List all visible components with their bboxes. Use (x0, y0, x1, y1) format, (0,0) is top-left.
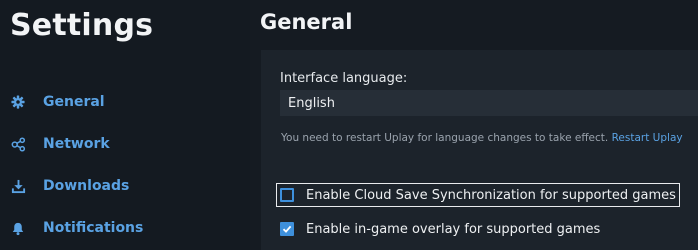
sidebar-item-notifications[interactable]: Notifications (10, 216, 143, 240)
sidebar: Settings General Network Downloads Notif… (0, 0, 250, 250)
sidebar-item-downloads[interactable]: Downloads (10, 174, 129, 198)
sidebar-item-label: General (43, 94, 105, 110)
checkmark-icon (282, 225, 292, 233)
cloud-save-option[interactable]: Enable Cloud Save Synchronization for su… (276, 183, 680, 207)
settings-title: Settings (10, 8, 154, 43)
restart-uplay-link[interactable]: Restart Uplay (612, 132, 683, 144)
cloud-save-label: Enable Cloud Save Synchronization for su… (306, 187, 676, 203)
sidebar-item-network[interactable]: Network (10, 132, 110, 156)
download-icon (10, 178, 26, 194)
sidebar-item-label: Notifications (43, 220, 144, 236)
settings-window: Settings General Network Downloads Notif… (0, 0, 698, 250)
language-label: Interface language: (280, 71, 408, 86)
language-select[interactable]: English (280, 90, 698, 116)
overlay-label: Enable in-game overlay for supported gam… (306, 221, 601, 237)
sidebar-item-general[interactable]: General (10, 90, 105, 114)
network-icon (10, 136, 26, 152)
sidebar-item-label: Downloads (43, 178, 130, 194)
page-title: General (260, 10, 353, 34)
bell-icon (10, 220, 26, 236)
language-select-value: English (288, 95, 335, 111)
restart-note-text: You need to restart Uplay for language c… (281, 132, 609, 144)
overlay-option[interactable]: Enable in-game overlay for supported gam… (280, 217, 600, 241)
overlay-checkbox[interactable] (280, 222, 294, 236)
gear-icon (10, 94, 26, 110)
sidebar-item-label: Network (43, 136, 110, 152)
restart-note: You need to restart Uplay for language c… (281, 132, 683, 144)
cloud-save-checkbox[interactable] (280, 188, 294, 202)
